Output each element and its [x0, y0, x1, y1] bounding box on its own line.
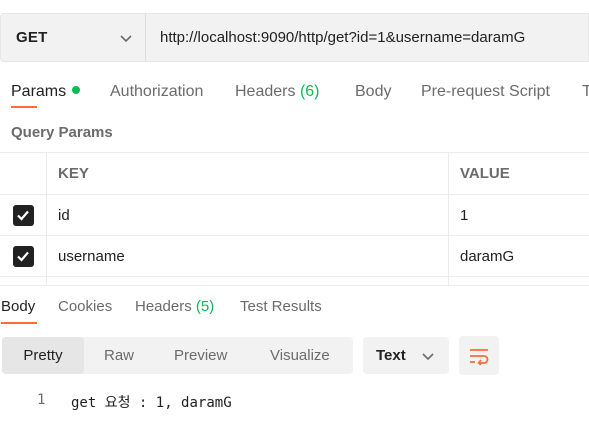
- tab-params-label: Params: [11, 83, 67, 100]
- key-header: KEY: [47, 153, 449, 194]
- tab-cookies[interactable]: Cookies: [58, 298, 112, 315]
- params-active-dot: [72, 86, 81, 94]
- url-text: http://localhost:9090/http/get?id=1&user…: [160, 29, 526, 46]
- tab-headers-count: (6): [299, 83, 320, 100]
- preview-button[interactable]: Preview: [174, 337, 227, 374]
- tab-headers[interactable]: Headers (6): [235, 83, 320, 101]
- chevron-down-icon: [120, 35, 132, 43]
- visualize-button[interactable]: Visualize: [270, 337, 330, 374]
- tab-authorization[interactable]: Authorization: [110, 83, 203, 101]
- table-header-row: KEY VALUE: [0, 152, 589, 194]
- check-header-cell: [0, 153, 47, 194]
- empty-key-cell: [47, 277, 449, 285]
- line-number: 1: [37, 392, 46, 408]
- table-row: id 1: [0, 194, 589, 235]
- param-checkbox[interactable]: [12, 245, 34, 267]
- tab-pre-request-script[interactable]: Pre-request Script: [421, 83, 550, 101]
- param-checkbox[interactable]: [12, 204, 34, 226]
- checkmark-icon: [17, 251, 29, 262]
- method-label: GET: [16, 29, 48, 46]
- tab-params[interactable]: Params: [11, 83, 81, 101]
- request-tabs: Params Authorization Headers (6) Body Pr…: [0, 80, 589, 110]
- method-select[interactable]: GET: [0, 13, 145, 62]
- format-toggle-group: Pretty Raw Preview Visualize: [2, 337, 353, 374]
- table-row-empty: [0, 276, 589, 285]
- tab-body[interactable]: Body: [355, 83, 391, 101]
- raw-button[interactable]: Raw: [104, 337, 134, 374]
- tab-test-results[interactable]: Test Results: [240, 298, 322, 315]
- wrap-lines-icon: [470, 348, 489, 365]
- check-cell: [0, 277, 47, 285]
- tab-response-headers-count: (5): [195, 298, 215, 315]
- language-label: Text: [376, 347, 406, 364]
- active-response-tab-underline: [1, 322, 37, 324]
- check-cell: [0, 195, 47, 235]
- tab-response-headers-label: Headers: [135, 298, 192, 315]
- wrap-lines-button[interactable]: [459, 336, 499, 375]
- response-divider: [0, 285, 589, 286]
- tab-headers-label: Headers: [235, 83, 296, 100]
- url-input[interactable]: http://localhost:9090/http/get?id=1&user…: [145, 13, 589, 62]
- tab-response-body[interactable]: Body: [1, 298, 35, 315]
- code-line: get 요청 : 1, daramG: [71, 395, 232, 411]
- table-row: username daramG: [0, 235, 589, 276]
- tab-response-headers[interactable]: Headers (5): [135, 298, 214, 315]
- language-select[interactable]: Text: [363, 337, 449, 374]
- response-tabs: Body Cookies Headers (5) Test Results: [0, 296, 589, 326]
- checkmark-icon: [17, 210, 29, 221]
- active-tab-underline: [11, 106, 37, 108]
- chevron-down-icon: [422, 353, 434, 361]
- check-cell: [0, 236, 47, 276]
- response-body-editor[interactable]: 1 get 요청 : 1, daramG: [0, 390, 589, 414]
- query-params-title: Query Params: [11, 124, 113, 141]
- param-value[interactable]: daramG: [449, 236, 589, 276]
- param-value[interactable]: 1: [449, 195, 589, 235]
- pretty-button[interactable]: Pretty: [2, 337, 84, 374]
- value-header: VALUE: [460, 165, 510, 182]
- param-key[interactable]: id: [47, 195, 449, 235]
- request-bar: GET http://localhost:9090/http/get?id=1&…: [0, 13, 589, 62]
- param-key[interactable]: username: [47, 236, 449, 276]
- tab-tests[interactable]: T: [582, 83, 589, 101]
